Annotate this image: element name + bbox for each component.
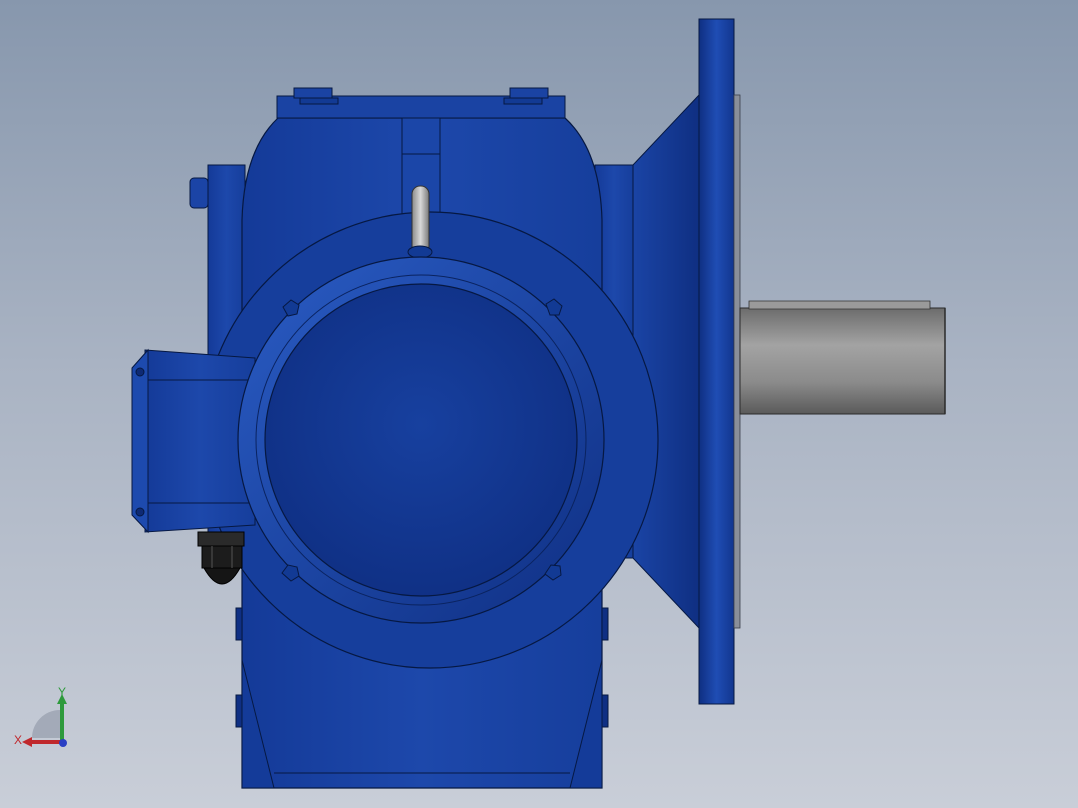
motor-end-cover [264, 283, 578, 597]
cad-viewport[interactable]: X Y [0, 0, 1078, 808]
orientation-triad: X Y [14, 685, 67, 747]
lifting-eye[interactable] [407, 185, 433, 259]
triad-y-label: Y [58, 685, 66, 699]
terminal-box[interactable] [131, 348, 256, 534]
cable-gland[interactable] [197, 531, 245, 585]
gearmotor-model[interactable] [0, 0, 1078, 808]
left-plug [189, 177, 209, 209]
output-shaft[interactable] [739, 300, 946, 415]
triad-arc [32, 710, 60, 738]
output-flange[interactable] [698, 18, 741, 705]
triad-z-axis [59, 739, 67, 747]
top-cover[interactable] [276, 87, 566, 119]
triad-x-label: X [14, 733, 22, 747]
